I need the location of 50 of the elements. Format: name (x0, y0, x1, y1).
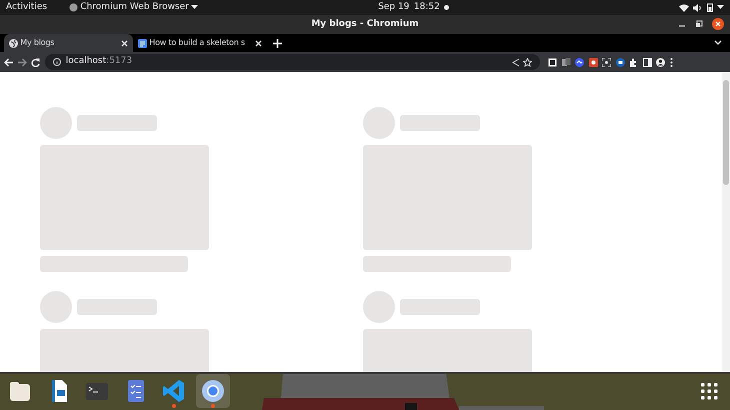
document-icon (138, 38, 147, 48)
extension-icon[interactable] (588, 58, 598, 66)
tab[interactable]: How to build a skeleton s (133, 34, 267, 52)
running-indicator (172, 404, 176, 408)
browser-icon (200, 378, 226, 404)
reload-icon[interactable] (31, 58, 40, 66)
new-tab-icon[interactable] (273, 39, 282, 48)
avatar-placeholder (363, 291, 395, 323)
code-editor-icon (161, 378, 187, 404)
close-icon[interactable] (121, 40, 128, 46)
dock-item[interactable] (196, 374, 230, 408)
side-panel-icon[interactable] (642, 58, 652, 66)
app-icon (69, 3, 78, 12)
notification-dot-icon (444, 5, 450, 10)
info-icon (52, 58, 60, 66)
avatar-placeholder (40, 291, 72, 323)
volume-icon (693, 4, 702, 12)
close-icon[interactable] (712, 18, 724, 30)
wifi-icon (678, 4, 688, 12)
puzzle-icon[interactable] (629, 58, 638, 66)
caret-icon (191, 5, 198, 10)
extension-icon[interactable] (616, 58, 624, 66)
tab[interactable]: My blogs (4, 34, 133, 52)
avatar-placeholder (40, 107, 72, 139)
scan-icon[interactable] (602, 58, 611, 66)
avatar-placeholder (363, 107, 395, 139)
copy-icon[interactable] (562, 58, 570, 66)
battery-icon (706, 3, 712, 12)
back-icon[interactable] (4, 58, 13, 66)
clock-date[interactable]: Sep 19 (378, 0, 410, 14)
scrollbar[interactable] (722, 72, 730, 372)
profile-icon[interactable] (656, 58, 665, 66)
menu-icon[interactable] (670, 58, 672, 66)
forward-icon[interactable] (18, 58, 26, 66)
clock-time[interactable]: 18:52 (414, 0, 440, 14)
activities-button[interactable]: Activities (6, 0, 48, 14)
app-menu[interactable]: Chromium Web Browser (80, 0, 189, 14)
address-field[interactable]: localhost:5173 (44, 54, 540, 70)
running-indicator (210, 404, 214, 408)
app-grid-icon[interactable] (701, 382, 718, 400)
screenshot-icon[interactable] (548, 58, 557, 66)
restore-icon[interactable] (695, 20, 703, 28)
star-icon[interactable] (522, 58, 532, 66)
caret-icon (717, 5, 724, 10)
extension-icon[interactable] (575, 58, 584, 66)
window-title: My blogs - Chromium (311, 18, 419, 31)
chevron-icon[interactable] (714, 40, 722, 46)
share-icon[interactable] (512, 58, 520, 66)
close-icon[interactable] (255, 40, 262, 46)
globe-icon (9, 38, 18, 48)
